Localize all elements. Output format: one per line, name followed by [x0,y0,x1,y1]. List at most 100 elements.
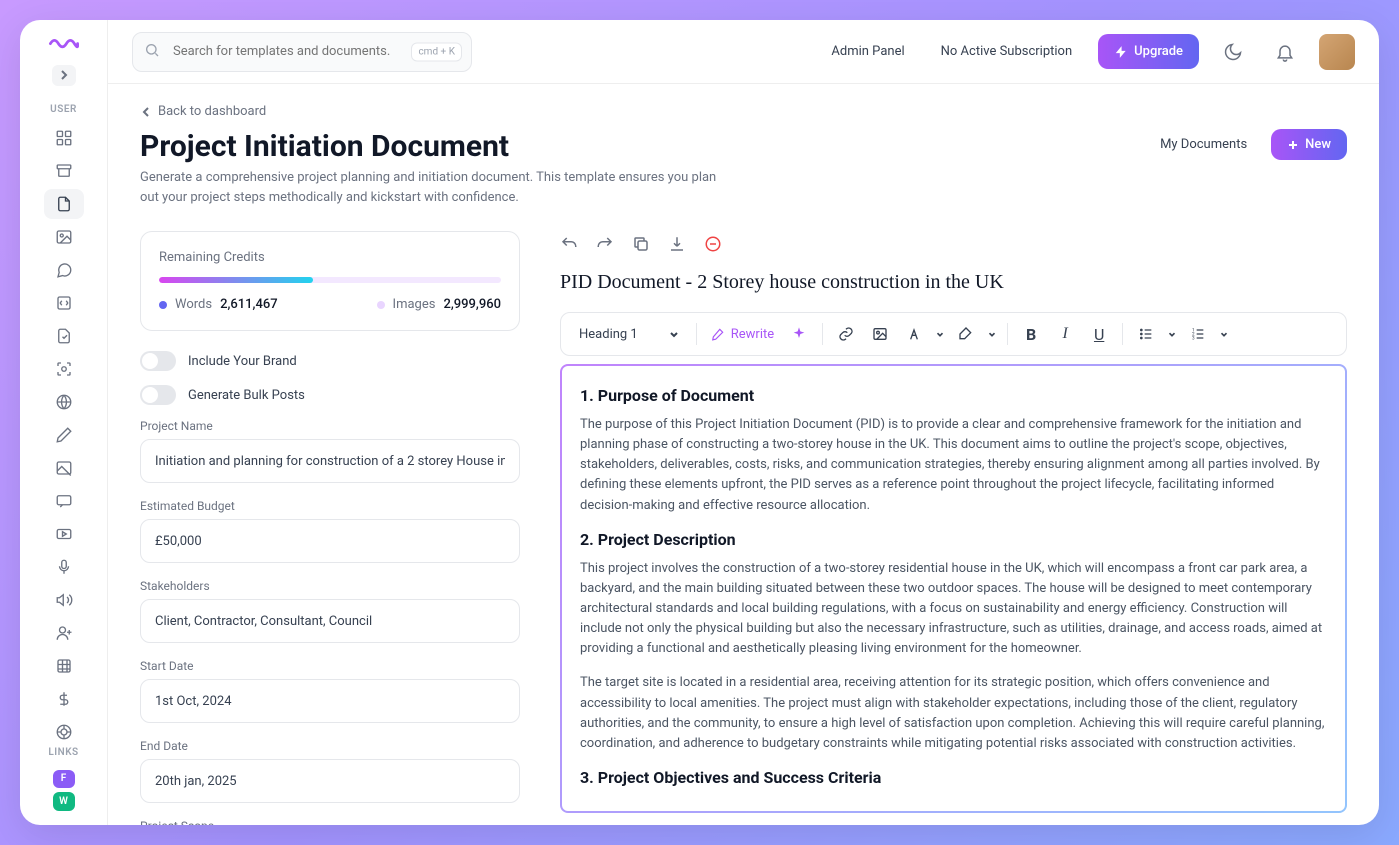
topbar: cmd + K Admin Panel No Active Subscripti… [108,20,1379,84]
sidebar-image-icon[interactable] [44,222,84,252]
upgrade-button[interactable]: Upgrade [1098,34,1199,69]
logo [48,34,80,61]
credits-card: Remaining Credits Words 2,611,467 Images [140,231,520,331]
budget-input[interactable] [140,519,520,563]
sidebar-picture-icon[interactable] [44,453,84,483]
wand-icon [711,327,725,341]
rewrite-button[interactable]: Rewrite [705,323,780,346]
doc-heading-2: 2. Project Description [580,530,1327,549]
sidebar-scan-icon[interactable] [44,354,84,384]
document-title: PID Document - 2 Storey house constructi… [560,271,1347,294]
start-date-label: Start Date [140,659,520,673]
plus-icon [1287,139,1299,151]
project-name-input[interactable] [140,439,520,483]
doc-heading-1: 1. Purpose of Document [580,386,1327,405]
insert-image-button[interactable] [865,319,895,349]
include-brand-label: Include Your Brand [188,354,297,369]
page-subtitle: Generate a comprehensive project plannin… [140,168,720,207]
sidebar-support-icon[interactable] [44,717,84,747]
sidebar-pen-icon[interactable] [44,420,84,450]
bullet-list-button[interactable] [1131,319,1161,349]
lightning-icon [1114,45,1128,59]
generate-bulk-toggle[interactable] [140,385,176,405]
end-date-label: End Date [140,739,520,753]
link-badge-w[interactable]: W [53,792,75,811]
chevron-left-icon [140,106,152,118]
stakeholders-input[interactable] [140,599,520,643]
new-button[interactable]: New [1271,129,1347,160]
svg-text:3: 3 [1192,335,1195,341]
stakeholders-label: Stakeholders [140,579,520,593]
subscription-status[interactable]: No Active Subscription [931,38,1083,65]
start-date-input[interactable] [140,679,520,723]
highlight-button[interactable] [951,319,981,349]
include-brand-toggle[interactable] [140,351,176,371]
italic-button[interactable]: I [1050,319,1080,349]
budget-label: Estimated Budget [140,499,520,513]
end-date-input[interactable] [140,759,520,803]
sidebar-chat-icon[interactable] [44,255,84,285]
credits-progress-bar [159,277,501,283]
credits-title: Remaining Credits [159,250,501,265]
text-color-dropdown[interactable] [933,319,947,349]
user-avatar[interactable] [1319,34,1355,70]
theme-toggle-icon[interactable] [1215,34,1251,70]
images-label: Images [393,297,436,312]
link-badge-f[interactable]: F [53,770,75,789]
highlight-dropdown[interactable] [985,319,999,349]
project-scope-label: Project Scope [140,819,520,825]
document-body[interactable]: 1. Purpose of Document The purpose of th… [560,364,1347,813]
sidebar-user-icon[interactable] [44,618,84,648]
numbered-list-dropdown[interactable] [1217,319,1231,349]
my-documents-button[interactable]: My Documents [1146,129,1261,160]
sidebar-archive-icon[interactable] [44,156,84,186]
generate-bulk-label: Generate Bulk Posts [188,388,305,403]
text-color-button[interactable] [899,319,929,349]
copy-button[interactable] [632,235,650,257]
link-button[interactable] [831,319,861,349]
app-window: USER LINKS F W [20,20,1379,825]
project-name-label: Project Name [140,419,520,433]
sidebar-edit-file-icon[interactable] [44,321,84,351]
sidebar-globe-icon[interactable] [44,387,84,417]
ai-sparkle-button[interactable] [784,319,814,349]
undo-button[interactable] [560,235,578,257]
words-label: Words [175,297,212,312]
delete-button[interactable] [704,235,722,257]
sidebar-code-icon[interactable] [44,288,84,318]
heading-style-select[interactable]: Heading 1 [571,323,688,346]
images-value: 2,999,960 [443,297,501,312]
sidebar-section-user: USER [50,104,77,115]
images-dot-icon [377,301,385,309]
sidebar-message-icon[interactable] [44,486,84,516]
redo-button[interactable] [596,235,614,257]
back-to-dashboard-link[interactable]: Back to dashboard [140,104,1347,119]
sidebar-video-icon[interactable] [44,519,84,549]
download-button[interactable] [668,235,686,257]
search-icon [144,42,160,62]
doc-paragraph: The purpose of this Project Initiation D… [580,415,1327,516]
editor-toolbar: Heading 1 Rewrite [560,312,1347,356]
sidebar-dollar-icon[interactable] [44,684,84,714]
sidebar-volume-icon[interactable] [44,585,84,615]
sidebar-document-icon[interactable] [44,189,84,219]
notifications-icon[interactable] [1267,34,1303,70]
chevron-down-icon [668,328,680,340]
numbered-list-button[interactable]: 123 [1183,319,1213,349]
bold-button[interactable]: B [1016,319,1046,349]
sidebar-grid-icon[interactable] [44,651,84,681]
admin-panel-link[interactable]: Admin Panel [821,38,914,65]
doc-paragraph: This project involves the construction o… [580,559,1327,660]
search-container: cmd + K [132,32,472,72]
doc-paragraph: The target site is located in a resident… [580,673,1327,754]
sidebar-section-links: LINKS [48,747,78,758]
underline-button[interactable]: U [1084,319,1114,349]
sidebar: USER LINKS F W [20,20,108,825]
words-dot-icon [159,301,167,309]
bullet-list-dropdown[interactable] [1165,319,1179,349]
collapse-sidebar-button[interactable] [52,65,76,85]
sidebar-mic-icon[interactable] [44,552,84,582]
page-title: Project Initiation Document [140,129,720,164]
words-value: 2,611,467 [220,297,278,312]
sidebar-dashboard-icon[interactable] [44,123,84,153]
